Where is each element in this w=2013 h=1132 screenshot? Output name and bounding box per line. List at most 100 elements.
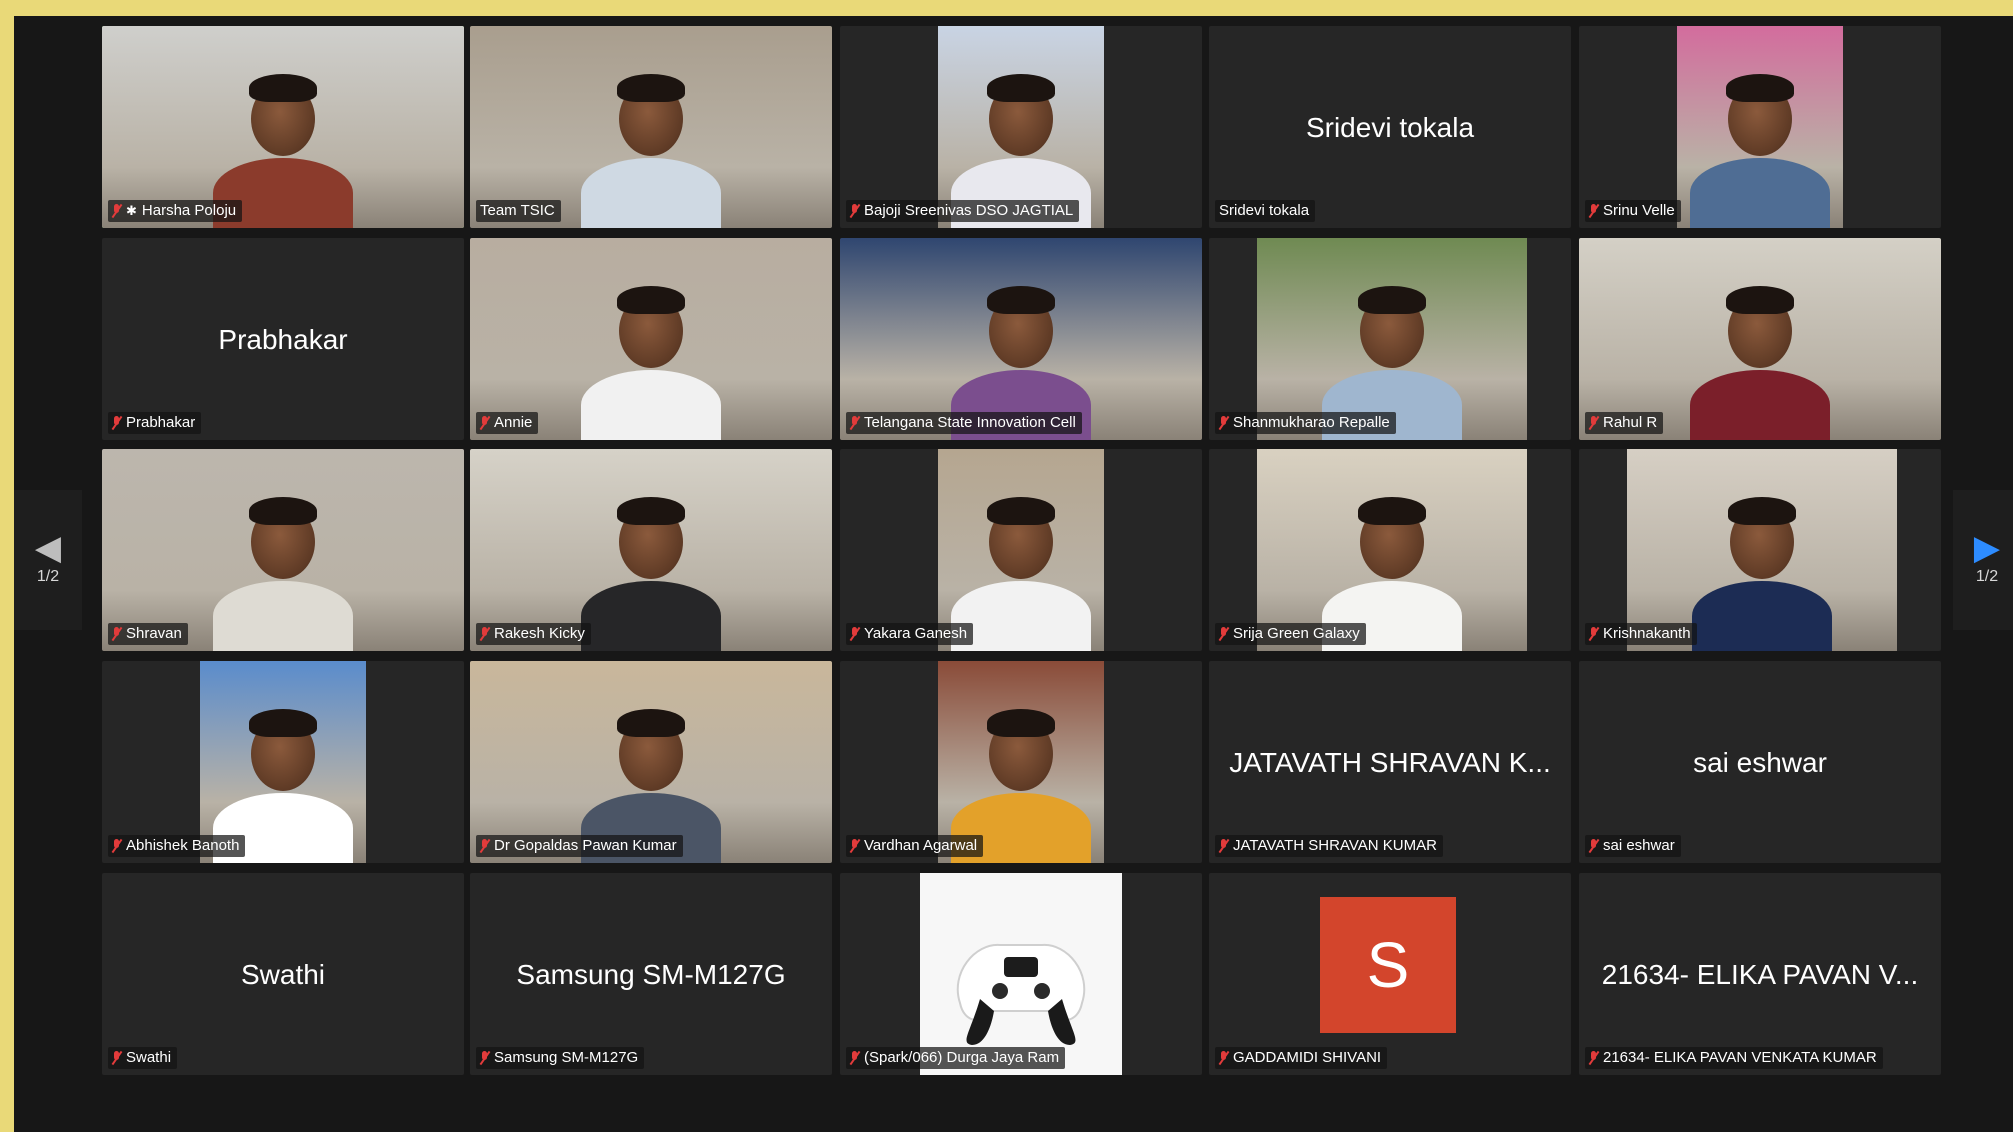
participant-name-label: Abhishek Banoth	[108, 835, 246, 857]
participant-tile[interactable]: Dr Gopaldas Pawan Kumar	[470, 661, 832, 863]
participant-video	[938, 449, 1104, 651]
participant-tile[interactable]: Rahul R	[1579, 238, 1941, 440]
microphone-muted-icon	[112, 1051, 121, 1065]
participant-center-name: Sridevi tokala	[1305, 112, 1475, 143]
person-hair	[987, 74, 1055, 102]
participant-name-label: Dr Gopaldas Pawan Kumar	[476, 835, 683, 857]
participant-video	[840, 238, 1202, 440]
microphone-muted-icon	[850, 416, 859, 430]
microphone-muted-icon	[112, 839, 121, 853]
participant-tile[interactable]: 21634- ELIKA PAVAN V... 21634- ELIKA PAVA…	[1579, 873, 1941, 1075]
person-hair	[987, 497, 1055, 525]
participant-tile[interactable]: Krishnakanth	[1579, 449, 1941, 651]
participant-tile[interactable]: Srija Green Galaxy	[1209, 449, 1571, 651]
participant-name: Prabhakar	[126, 414, 196, 431]
participant-name-label: Shravan	[108, 623, 188, 645]
participant-center-name: 21634- ELIKA PAVAN V...	[1601, 959, 1919, 990]
participant-tile[interactable]: Swathi Swathi	[102, 873, 464, 1075]
microphone-muted-icon	[1589, 839, 1598, 853]
person-hair	[617, 286, 685, 314]
participant-tile[interactable]: Telangana State Innovation Cell	[840, 238, 1202, 440]
participant-name-label: Annie	[476, 412, 539, 434]
participant-name-label: sai eshwar	[1585, 835, 1681, 857]
participant-name: Abhishek Banoth	[126, 837, 240, 854]
participant-name-label: Krishnakanth	[1585, 623, 1697, 645]
participant-tile[interactable]: Srinu Velle	[1579, 26, 1941, 228]
participant-video	[470, 661, 832, 863]
participant-tile[interactable]: Annie	[470, 238, 832, 440]
participant-name: sai eshwar	[1603, 837, 1675, 854]
participant-tile[interactable]: ✱ Harsha Poloju	[102, 26, 464, 228]
participant-tile[interactable]: JATAVATH SHRAVAN K... JATAVATH SHRAVAN KU…	[1209, 661, 1571, 863]
participant-name: Vardhan Agarwal	[864, 837, 978, 854]
participant-center-name: JATAVATH SHRAVAN K...	[1229, 747, 1551, 778]
avatar: S	[1320, 897, 1456, 1033]
participant-tile[interactable]: Shravan	[102, 449, 464, 651]
gallery-view: ✱ Harsha Poloju Team TSIC Bajoji Sreenivas …	[14, 16, 2013, 1132]
person-torso	[581, 370, 721, 440]
microphone-muted-icon	[112, 204, 121, 218]
participant-name: Rakesh Kicky	[494, 625, 585, 642]
microphone-muted-icon	[480, 416, 489, 430]
participant-tile[interactable]: Rakesh Kicky	[470, 449, 832, 651]
participant-name: Shanmukharao Repalle	[1233, 414, 1390, 431]
participant-name: Rahul R	[1603, 414, 1658, 431]
gamepad-image	[920, 873, 1122, 1075]
participant-tile[interactable]: Sridevi tokala Sridevi tokala	[1209, 26, 1571, 228]
participant-video	[1257, 449, 1527, 651]
participant-tile[interactable]: Shanmukharao Repalle	[1209, 238, 1571, 440]
participant-video	[470, 449, 832, 651]
participant-tile[interactable]: Samsung SM-M127G Samsung SM-M127G	[470, 873, 832, 1075]
microphone-muted-icon	[850, 204, 859, 218]
person-torso	[1690, 158, 1830, 228]
participant-video	[102, 26, 464, 228]
participant-name: Dr Gopaldas Pawan Kumar	[494, 837, 677, 854]
pin-icon: ✱	[126, 203, 137, 218]
participant-tile[interactable]: Vardhan Agarwal	[840, 661, 1202, 863]
participant-name: Bajoji Sreenivas DSO JAGTIAL	[864, 202, 1074, 219]
participant-video	[938, 26, 1104, 228]
participant-tile[interactable]: Bajoji Sreenivas DSO JAGTIAL	[840, 26, 1202, 228]
microphone-muted-icon	[112, 416, 121, 430]
person-hair	[1358, 286, 1426, 314]
participant-name-label: Vardhan Agarwal	[846, 835, 984, 857]
gamepad-icon	[956, 943, 1086, 1045]
participant-name: Samsung SM-M127G	[494, 1049, 639, 1066]
person-hair	[1358, 497, 1426, 525]
microphone-muted-icon	[112, 627, 121, 641]
microphone-muted-icon	[480, 839, 489, 853]
participant-name-label: Srija Green Galaxy	[1215, 623, 1366, 645]
person-hair	[1726, 286, 1794, 314]
participant-tile[interactable]: Abhishek Banoth	[102, 661, 464, 863]
participant-name: (Spark/066) Durga Jaya Ram	[864, 1049, 1060, 1066]
participant-name-label: Samsung SM-M127G	[476, 1047, 645, 1069]
participant-center-name: Samsung SM-M127G	[516, 959, 786, 990]
person-torso	[1690, 370, 1830, 440]
person-torso	[581, 158, 721, 228]
participant-name-label: ✱ Harsha Poloju	[108, 200, 243, 222]
triangle-right-icon: ▶	[1973, 529, 2001, 567]
next-page-button[interactable]: ▶ 1/2	[1953, 490, 2013, 630]
person-hair	[249, 74, 317, 102]
participant-tile[interactable]: Prabhakar Prabhakar	[102, 238, 464, 440]
person-hair	[1726, 74, 1794, 102]
participant-tile[interactable]: Team TSIC	[470, 26, 832, 228]
person-hair	[987, 286, 1055, 314]
microphone-muted-icon	[1219, 839, 1228, 853]
participant-name: Srinu Velle	[1603, 202, 1675, 219]
participant-name-label: Rahul R	[1585, 412, 1664, 434]
microphone-muted-icon	[480, 627, 489, 641]
participant-tile[interactable]: (Spark/066) Durga Jaya Ram	[840, 873, 1202, 1075]
participant-name: Harsha Poloju	[141, 202, 237, 219]
person-torso	[581, 581, 721, 651]
participant-tile[interactable]: sai eshwar sai eshwar	[1579, 661, 1941, 863]
participant-tile[interactable]: Yakara Ganesh	[840, 449, 1202, 651]
participant-video	[102, 449, 464, 651]
participant-name-label: JATAVATH SHRAVAN KUMAR	[1215, 835, 1443, 857]
participant-video	[200, 661, 366, 863]
participant-tile[interactable]: S GADDAMIDI SHIVANI	[1209, 873, 1571, 1075]
participant-name-label: Swathi	[108, 1047, 178, 1069]
previous-page-button[interactable]: ◀ 1/2	[14, 490, 82, 630]
participant-video	[1627, 449, 1897, 651]
triangle-left-icon: ◀	[34, 529, 62, 567]
